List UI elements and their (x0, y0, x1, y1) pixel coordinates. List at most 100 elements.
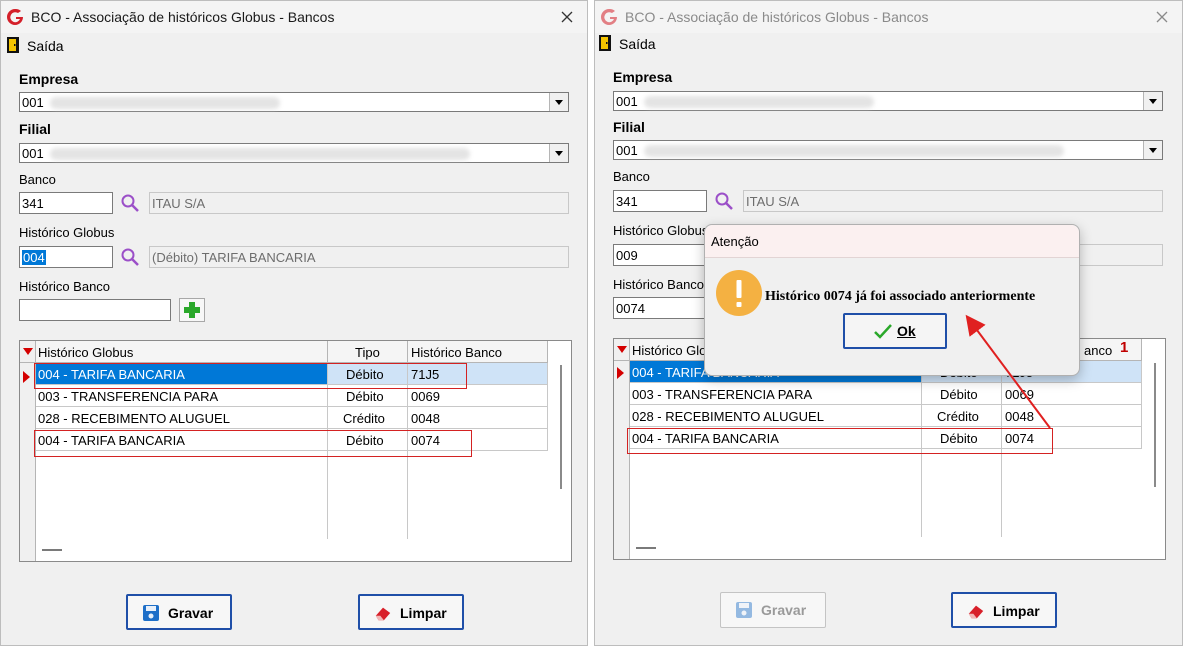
banco-label: Banco (19, 172, 56, 187)
chevron-down-icon[interactable] (1143, 92, 1162, 110)
grid-indicator-column (20, 363, 36, 561)
chevron-down-icon[interactable] (1143, 141, 1162, 159)
floppy-disk-icon (143, 605, 159, 621)
historico-globus-input[interactable]: 004 (19, 246, 113, 268)
filial-redacted (50, 148, 470, 160)
table-row[interactable]: 028 - RECEBIMENTO ALUGUEL Crédito 0048 (36, 407, 548, 429)
floppy-disk-icon (736, 602, 752, 618)
sort-indicator-icon: 1 (1120, 339, 1129, 356)
grid-empty-area (630, 449, 922, 537)
sort-down-icon (617, 346, 627, 353)
table-row[interactable]: 003 - TRANSFERENCIA PARA Débito 0069 (630, 383, 1142, 405)
chevron-down-icon[interactable] (549, 144, 568, 162)
grid-empty-area (36, 451, 328, 539)
empresa-code: 001 (616, 94, 638, 109)
banco-name-field: ITAU S/A (743, 190, 1163, 212)
app-logo-icon (7, 8, 23, 25)
banco-input[interactable]: 341 (613, 190, 707, 212)
filial-code: 001 (616, 143, 638, 158)
filial-label: Filial (19, 121, 51, 137)
vertical-scrollbar[interactable] (1154, 363, 1156, 487)
historico-banco-input[interactable] (19, 299, 171, 321)
dialog-title-bar: Atenção (705, 225, 1079, 258)
search-icon[interactable] (714, 191, 734, 211)
historico-banco-input[interactable]: 0074 (613, 297, 707, 319)
title-bar: BCO - Associação de históricos Globus - … (1, 1, 587, 33)
eraser-icon (968, 605, 984, 619)
current-row-indicator-icon (23, 371, 30, 383)
app-logo-icon (601, 8, 617, 25)
window-title: BCO - Associação de históricos Globus - … (625, 9, 929, 25)
window-left: BCO - Associação de históricos Globus - … (0, 0, 588, 646)
historico-banco-label: Histórico Banco (613, 277, 705, 292)
filial-label: Filial (613, 119, 645, 135)
banco-name: ITAU S/A (746, 194, 800, 209)
title-bar: BCO - Associação de históricos Globus - … (595, 1, 1182, 33)
eraser-icon (375, 607, 391, 621)
empresa-redacted (50, 97, 280, 109)
plus-icon (184, 302, 200, 318)
menu-exit[interactable]: Saída (27, 38, 64, 54)
historico-globus-label: Histórico Globus (613, 223, 709, 238)
filial-combo[interactable]: 001 (613, 140, 1163, 160)
grid-header-banco[interactable]: Histórico Banco (408, 341, 548, 363)
clear-button[interactable]: Limpar (358, 594, 464, 630)
menu-bar: Saída (1, 33, 587, 57)
save-button[interactable]: Gravar (720, 592, 826, 628)
grid-empty-area (328, 451, 408, 539)
historico-globus-label: Histórico Globus (19, 225, 115, 240)
filial-combo[interactable]: 001 (19, 143, 569, 163)
historico-banco-label: Histórico Banco (19, 279, 111, 294)
grid-header-tipo[interactable]: Tipo (328, 341, 408, 363)
filial-redacted (644, 145, 1064, 157)
banco-code: 341 (616, 194, 638, 209)
add-button[interactable] (179, 298, 205, 322)
grid-corner (20, 341, 36, 363)
dialog-title: Atenção (711, 234, 759, 249)
historico-globus-desc-field: (Débito) TARIFA BANCARIA (149, 246, 569, 268)
historico-globus-code: 009 (616, 248, 638, 263)
menu-exit[interactable]: Saída (619, 36, 656, 52)
historico-banco-value: 0074 (616, 301, 645, 316)
exit-door-icon (599, 35, 611, 51)
empresa-redacted (644, 96, 874, 108)
banco-input[interactable]: 341 (19, 192, 113, 214)
warning-icon (716, 270, 762, 316)
historico-globus-desc: (Débito) TARIFA BANCARIA (152, 250, 316, 265)
chevron-down-icon[interactable] (549, 93, 568, 111)
grid-empty-area (922, 449, 1002, 537)
banco-name: ITAU S/A (152, 196, 206, 211)
grid-footer-dash (636, 547, 656, 549)
warning-dialog: Atenção Histórico 0074 já foi associado … (704, 224, 1080, 376)
empresa-combo[interactable]: 001 (19, 92, 569, 112)
search-icon[interactable] (120, 247, 140, 267)
banco-name-field: ITAU S/A (149, 192, 569, 214)
banco-label: Banco (613, 169, 650, 184)
close-icon[interactable] (557, 7, 577, 27)
exit-door-icon (7, 37, 19, 53)
sort-down-icon (23, 348, 33, 355)
clear-button[interactable]: Limpar (951, 592, 1057, 628)
empresa-code: 001 (22, 95, 44, 110)
save-button[interactable]: Gravar (126, 594, 232, 630)
window-title: BCO - Associação de históricos Globus - … (31, 9, 335, 25)
grid-footer-dash (42, 549, 62, 551)
historico-globus-input[interactable]: 009 (613, 244, 707, 266)
menu-bar: Saída (595, 33, 1182, 57)
check-icon (874, 324, 892, 339)
close-icon[interactable] (1152, 7, 1172, 27)
search-icon[interactable] (120, 193, 140, 213)
highlight-box (34, 430, 472, 457)
grid-corner (614, 339, 630, 361)
grid-header-historico[interactable]: Histórico Globus (36, 341, 328, 363)
dialog-message: Histórico 0074 já foi associado anterior… (765, 289, 1036, 304)
ok-button[interactable]: Ok (843, 313, 947, 349)
grid-indicator-column (614, 361, 630, 559)
table-row[interactable]: 028 - RECEBIMENTO ALUGUEL Crédito 0048 (630, 405, 1142, 427)
empresa-label: Empresa (19, 71, 79, 87)
historico-globus-code: 004 (22, 250, 46, 265)
vertical-scrollbar[interactable] (560, 365, 562, 489)
current-row-indicator-icon (617, 367, 624, 379)
empresa-combo[interactable]: 001 (613, 91, 1163, 111)
empresa-label: Empresa (613, 69, 673, 85)
